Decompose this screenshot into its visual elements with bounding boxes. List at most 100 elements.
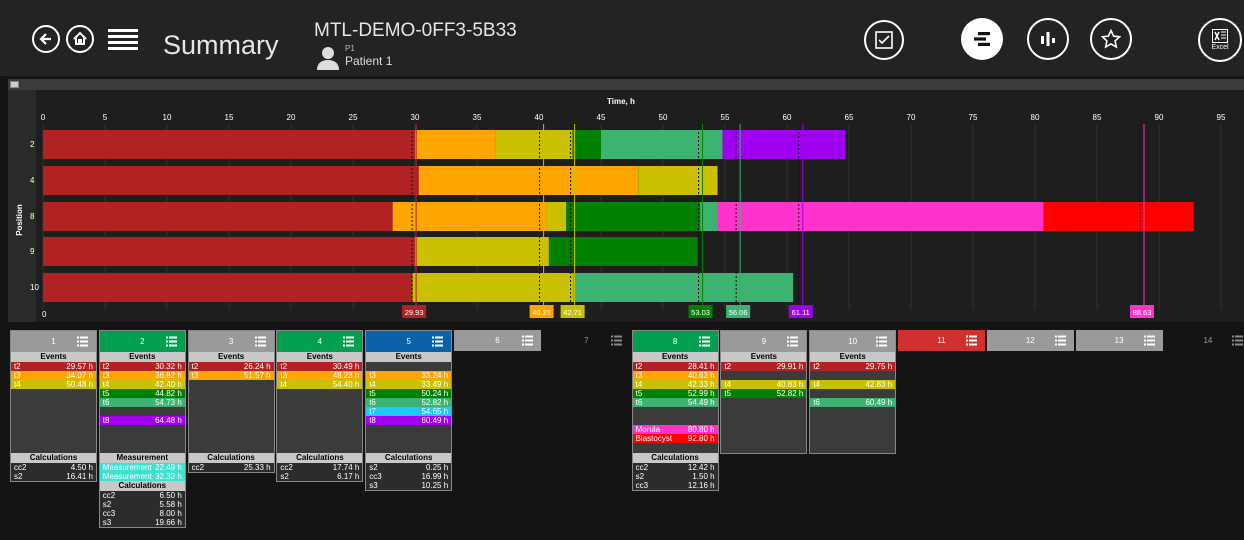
- embryo-card[interactable]: 12: [986, 330, 1074, 351]
- timeline-bars-icon: [974, 32, 990, 46]
- excel-export-button[interactable]: Excel: [1198, 18, 1242, 62]
- home-button[interactable]: [66, 25, 94, 53]
- bar-segment-t5: [572, 130, 601, 159]
- calculation-name: cc2: [280, 463, 293, 472]
- event-time: 54.73 h: [155, 398, 182, 407]
- embryo-card[interactable]: 7: [543, 330, 630, 351]
- bar-segment-t3: [415, 130, 496, 159]
- list-icon[interactable]: [876, 336, 888, 347]
- list-icon[interactable]: [343, 336, 355, 347]
- event-time: 51.57 h: [243, 371, 271, 380]
- marker-label: 40.21: [532, 308, 551, 317]
- event-row: t4 42.83 h: [810, 380, 896, 389]
- embryo-card[interactable]: 14: [1164, 330, 1244, 351]
- compare-button[interactable]: [1027, 18, 1069, 60]
- calculation-row: cc2 4.50 h: [11, 463, 96, 472]
- x-tick-label: 85: [1093, 113, 1102, 122]
- timeline-chart-svg: Time, h0 5 10 15 20 25 30 35 40 45 50 55 60 65 70 75 80 8…: [8, 90, 1244, 322]
- list-icon[interactable]: [787, 336, 799, 347]
- calculation-row: cc3 12.16 h: [632, 481, 718, 490]
- embryo-card-header[interactable]: 11: [898, 330, 985, 351]
- embryo-card[interactable]: 8 Events t2 28.41 h t3 40.63 h t4 42.33 h t5 52.9…: [631, 330, 719, 491]
- embryo-number: 13: [1114, 336, 1124, 345]
- list-icon[interactable]: [432, 336, 444, 347]
- embryo-card-header[interactable]: 10: [810, 331, 896, 352]
- event-name: t3: [280, 371, 288, 380]
- list-icon[interactable]: [1054, 335, 1066, 346]
- measurement-row: Measurement 32.32 h: [99, 472, 185, 481]
- embryo-card[interactable]: 5 Events t3 33.24 h t4 33.49 h t5 50.24 h t6 52.8…: [365, 330, 453, 491]
- embryo-card-header[interactable]: 5: [366, 331, 452, 352]
- list-icon[interactable]: [966, 335, 977, 346]
- timeline-view-button[interactable]: [961, 18, 1003, 60]
- event-row: t5 52.82 h: [721, 389, 807, 398]
- menu-button[interactable]: [108, 28, 138, 52]
- back-button[interactable]: [32, 25, 60, 53]
- calculation-value: 17.74 h: [332, 463, 360, 472]
- collapse-toggle[interactable]: [10, 81, 19, 88]
- event-row: t4 42.40 h: [99, 380, 185, 389]
- page-title: Summary: [163, 30, 279, 60]
- calculation-name: s2: [102, 500, 112, 509]
- embryo-card-header[interactable]: 2: [99, 331, 185, 352]
- event-time: 60.49 h: [421, 416, 449, 425]
- position-label: 10: [30, 283, 39, 292]
- embryo-card[interactable]: 9 Events t2 29.91 h t4 40.83 h t5 52.82 h: [720, 330, 808, 454]
- list-icon[interactable]: [610, 335, 622, 346]
- embryo-card-header[interactable]: 4: [277, 331, 363, 352]
- embryo-card[interactable]: 1 Events t2 29.57 h t3 34.07 h t4 50.48 h Calcul…: [10, 330, 97, 482]
- embryo-card-header[interactable]: 7: [543, 330, 630, 351]
- calculation-row: s3 19.66 h: [99, 518, 185, 527]
- list-icon[interactable]: [1143, 335, 1155, 346]
- embryo-cards-panel: 1 Events t2 29.57 h t3 34.07 h t4 50.48 h Calcul…: [0, 328, 1244, 540]
- event-row: t3 40.63 h: [632, 371, 718, 380]
- position-label: 8: [30, 212, 35, 221]
- bar-segment-t5: [566, 202, 701, 231]
- embryo-card[interactable]: 13: [1075, 330, 1163, 351]
- list-icon[interactable]: [165, 336, 177, 347]
- embryo-card[interactable]: 4 Events t2 30.49 h t3 48.23 h t4 54.40 h Calcul…: [276, 330, 364, 482]
- event-row: t2 29.57 h: [11, 362, 96, 371]
- list-icon[interactable]: [77, 336, 88, 347]
- embryo-card-header[interactable]: 1: [11, 331, 96, 352]
- list-icon[interactable]: [522, 335, 533, 346]
- bar-segment-t4: [412, 273, 574, 302]
- list-icon[interactable]: [1232, 335, 1244, 346]
- list-icon[interactable]: [698, 336, 710, 347]
- event-row: t2 26.24 h: [188, 362, 274, 371]
- events-section-title: Events: [366, 352, 452, 362]
- checklist-button[interactable]: [864, 20, 904, 60]
- embryo-card-header[interactable]: 8: [632, 331, 718, 352]
- embryo-card-header[interactable]: 13: [1075, 330, 1163, 351]
- events-section-title: Events: [11, 352, 96, 362]
- calculation-name: cc2: [635, 463, 649, 472]
- event-time: 60.49 h: [865, 398, 893, 407]
- event-name: t2: [813, 362, 820, 371]
- event-row: t4 50.48 h: [11, 380, 96, 389]
- embryo-card-header[interactable]: 6: [454, 330, 541, 351]
- embryo-card-header[interactable]: 14: [1164, 330, 1244, 351]
- event-time: 54.49 h: [687, 398, 715, 407]
- embryo-number: 1: [51, 337, 56, 346]
- embryo-card-header[interactable]: 9: [721, 331, 807, 352]
- calculation-name: s2: [369, 463, 378, 472]
- events-list: t2 30.32 h t3 36.82 h t4 42.40 h t5 44.82 h t6 54…: [99, 362, 185, 453]
- embryo-card[interactable]: 3 Events t2 26.24 h t3 51.57 h Calculations cc2…: [187, 330, 275, 473]
- embryo-card[interactable]: 6: [454, 330, 541, 351]
- calculation-row: s3 10.25 h: [366, 481, 452, 490]
- event-row: t3 33.24 h: [366, 371, 452, 380]
- events-section-title: Events: [188, 352, 274, 362]
- embryo-card[interactable]: 11: [898, 330, 985, 351]
- event-row: t4 42.33 h: [632, 380, 718, 389]
- back-arrow-icon: [39, 33, 51, 45]
- favorite-button[interactable]: [1090, 18, 1132, 60]
- list-icon[interactable]: [254, 336, 266, 347]
- event-time: 34.07 h: [66, 371, 93, 380]
- calculation-value: 25.33 h: [243, 463, 271, 472]
- embryo-card-header[interactable]: 12: [986, 330, 1074, 351]
- event-time: 80.80 h: [687, 425, 715, 434]
- embryo-card-header[interactable]: 3: [188, 331, 274, 352]
- event-time: 64.48 h: [155, 416, 182, 425]
- embryo-card[interactable]: 10 Events t2 29.75 h t4 42.83 h t6 60.49 h: [809, 330, 897, 454]
- embryo-card[interactable]: 2 Events t2 30.32 h t3 36.82 h t4 42.40 h t5 44.8…: [98, 330, 186, 528]
